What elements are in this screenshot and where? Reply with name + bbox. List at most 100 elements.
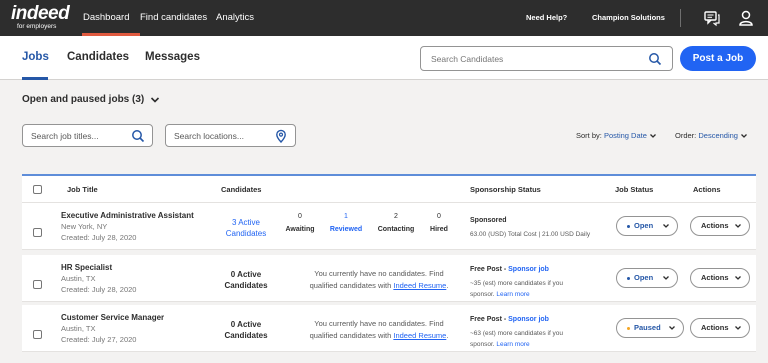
job-title-link[interactable]: Customer Service Manager <box>61 313 164 322</box>
table-row: Executive Administrative Assistant New Y… <box>22 203 756 250</box>
job-created-date: Created: July 27, 2020 <box>61 335 137 344</box>
sponsor-job-link[interactable]: Sponsor job <box>508 316 549 323</box>
column-header-candidates: Candidates <box>221 185 262 194</box>
column-header-actions: Actions <box>693 185 721 194</box>
company-name-link[interactable]: Champion Solutions <box>592 13 665 22</box>
tab-jobs[interactable]: Jobs <box>22 51 49 63</box>
row-checkbox[interactable] <box>33 228 42 237</box>
nav-divider <box>680 9 681 27</box>
sponsorship-estimate-line2: sponsor. <box>470 341 497 348</box>
tab-messages[interactable]: Messages <box>145 51 200 63</box>
tab-candidates[interactable]: Candidates <box>67 51 129 63</box>
logo-subtitle: for employers <box>17 23 57 30</box>
sponsorship-cost-detail: 63.00 (USD) Total Cost | 21.00 USD Daily <box>470 231 591 238</box>
active-candidates-count: 0 Active Candidates <box>220 269 272 291</box>
search-icon[interactable] <box>131 129 145 143</box>
sort-by-label: Sort by: <box>576 131 602 140</box>
job-status-dropdown[interactable]: Open <box>616 268 678 288</box>
actions-dropdown[interactable]: Actions <box>690 216 750 236</box>
active-candidates-count: 0 Active Candidates <box>220 319 272 341</box>
learn-more-link[interactable]: Learn more <box>496 291 529 298</box>
select-all-checkbox[interactable] <box>33 185 42 194</box>
stat-awaiting-label: Awaiting <box>285 226 315 233</box>
order-control[interactable]: Order: Descending <box>675 131 748 140</box>
row-checkbox[interactable] <box>33 330 42 339</box>
free-post-label: Free Post - <box>470 316 509 323</box>
user-icon[interactable] <box>737 9 755 27</box>
nav-link-analytics[interactable]: Analytics <box>216 12 254 23</box>
location-search-input[interactable] <box>174 129 274 143</box>
stat-reviewed-label: Reviewed <box>329 226 363 233</box>
stat-reviewed-count: 1 <box>344 213 348 220</box>
job-status-value: Open <box>634 273 654 282</box>
location-pin-icon[interactable] <box>274 129 288 143</box>
chevron-down-icon <box>663 224 669 228</box>
actions-dropdown[interactable]: Actions <box>690 318 750 338</box>
job-title-filter-box <box>22 124 153 147</box>
chevron-down-icon <box>735 224 741 228</box>
job-created-date: Created: July 28, 2020 <box>61 285 137 294</box>
search-candidates-input[interactable] <box>431 52 641 66</box>
order-label: Order: <box>675 131 697 140</box>
indeed-logo[interactable]: indeed for employers <box>11 4 73 32</box>
no-candidates-line2: qualified candidates with <box>309 331 394 340</box>
no-candidates-message: You currently have no candidates. Find q… <box>280 268 478 292</box>
search-candidates-box <box>420 46 673 71</box>
active-candidates-link[interactable]: 3 Active Candidates <box>220 217 272 239</box>
stat-contacting-count: 2 <box>394 213 398 220</box>
stat-awaiting[interactable]: 0 Awaiting <box>280 213 320 233</box>
job-status-value: Open <box>634 221 654 230</box>
no-candidates-line2: qualified candidates with <box>309 281 394 290</box>
sponsorship-estimate: ~35 (est) more candidates if you sponsor… <box>470 278 620 300</box>
indeed-resume-link[interactable]: Indeed Resume <box>393 281 446 290</box>
actions-label: Actions <box>701 273 729 282</box>
active-tab-indicator <box>22 77 48 80</box>
column-header-sponsorship-status: Sponsorship Status <box>470 185 541 194</box>
job-location: Austin, TX <box>61 274 96 283</box>
indeed-resume-link[interactable]: Indeed Resume <box>393 331 446 340</box>
sort-by-control[interactable]: Sort by: Posting Date <box>576 131 657 140</box>
job-status-dropdown[interactable]: Open <box>616 216 678 236</box>
jobs-heading-dropdown[interactable]: Open and paused jobs (3) <box>22 94 144 105</box>
sort-by-value: Posting Date <box>603 131 647 140</box>
actions-label: Actions <box>701 323 729 332</box>
stat-contacting[interactable]: 2 Contacting <box>374 213 418 233</box>
active-candidates-label: Candidates <box>225 229 267 238</box>
actions-label: Actions <box>701 221 729 230</box>
learn-more-link[interactable]: Learn more <box>496 341 529 348</box>
chevron-down-icon <box>669 326 675 330</box>
post-a-job-button[interactable]: Post a Job <box>680 46 756 71</box>
table-row: HR Specialist Austin, TX Created: July 2… <box>22 255 756 302</box>
order-value: Descending <box>698 131 738 140</box>
job-status-dropdown[interactable]: Paused <box>616 318 684 338</box>
job-location: New York, NY <box>61 222 108 231</box>
sponsorship-estimate: ~63 (est) more candidates if you sponsor… <box>470 328 620 350</box>
column-header-job-status: Job Status <box>615 185 654 194</box>
chevron-down-icon <box>735 276 741 280</box>
stat-reviewed[interactable]: 1 Reviewed <box>324 213 368 233</box>
job-title-link[interactable]: HR Specialist <box>61 263 112 272</box>
job-title-link[interactable]: Executive Administrative Assistant <box>61 211 194 220</box>
job-location: Austin, TX <box>61 324 96 333</box>
nav-link-find-candidates[interactable]: Find candidates <box>140 12 207 23</box>
chat-icon[interactable] <box>703 9 721 27</box>
chevron-down-icon[interactable] <box>149 94 161 106</box>
free-post-label: Free Post - <box>470 266 509 273</box>
no-candidates-period: . <box>446 281 449 290</box>
job-title-search-input[interactable] <box>31 129 131 143</box>
active-candidates-count: 3 Active <box>231 218 260 227</box>
job-created-date: Created: July 28, 2020 <box>61 233 137 242</box>
need-help-link[interactable]: Need Help? <box>526 13 567 22</box>
sponsor-job-link[interactable]: Sponsor job <box>508 266 549 273</box>
stat-hired-count: 0 <box>437 213 441 220</box>
logo-wordmark: indeed <box>11 3 70 24</box>
chevron-down-icon <box>741 134 748 138</box>
row-checkbox[interactable] <box>33 280 42 289</box>
actions-dropdown[interactable]: Actions <box>690 268 750 288</box>
stat-hired-label: Hired <box>430 226 448 233</box>
nav-link-dashboard[interactable]: Dashboard <box>83 12 129 23</box>
search-icon[interactable] <box>648 52 662 66</box>
stat-hired[interactable]: 0 Hired <box>424 213 454 233</box>
chevron-down-icon <box>735 326 741 330</box>
no-candidates-line1: You currently have no candidates. Find <box>314 269 444 278</box>
